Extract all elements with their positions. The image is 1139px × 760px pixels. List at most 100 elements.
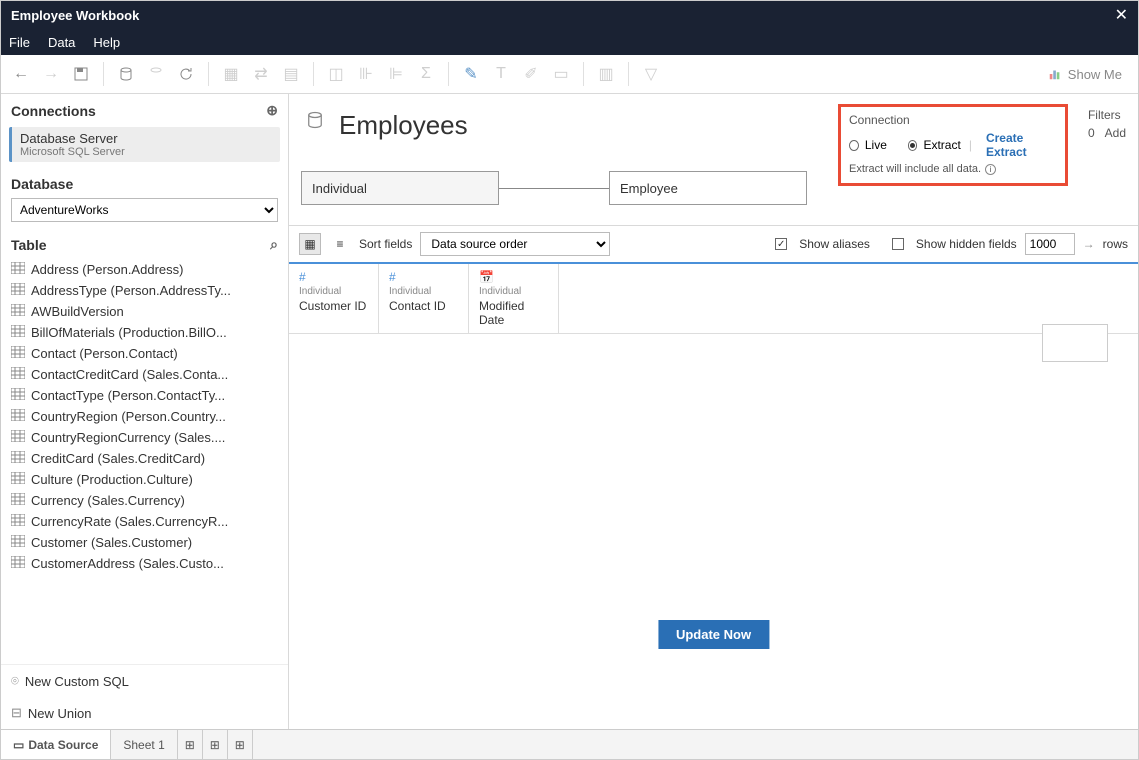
table-item[interactable]: Contact (Person.Contact): [11, 343, 278, 364]
sql-icon: ⌾: [11, 673, 19, 689]
text-icon: T: [487, 60, 515, 88]
datasource-icon: [305, 110, 329, 136]
column-header[interactable]: #IndividualContact ID: [379, 264, 469, 333]
table-icon: [11, 451, 25, 466]
swap-icon: ⇄: [247, 60, 275, 88]
rows-input[interactable]: [1025, 233, 1075, 255]
highlight-icon[interactable]: ✎: [457, 60, 485, 88]
show-hidden-checkbox[interactable]: [892, 238, 904, 250]
totals-icon: Σ: [412, 60, 440, 88]
window-title: Employee Workbook: [11, 8, 139, 23]
table-icon: [11, 472, 25, 487]
extract-radio[interactable]: [908, 140, 918, 151]
table-item[interactable]: ContactType (Person.ContactTy...: [11, 385, 278, 406]
empty-box: [1042, 324, 1108, 362]
add-connection-icon[interactable]: ⊕: [266, 102, 278, 119]
table-icon: [11, 514, 25, 529]
sort-d-icon: ⊫: [382, 60, 410, 88]
table-icon: [11, 283, 25, 298]
menu-file[interactable]: File: [9, 35, 30, 50]
table-item[interactable]: CountryRegion (Person.Country...: [11, 406, 278, 427]
new-story-icon[interactable]: ⊞: [228, 730, 253, 759]
list-view-icon[interactable]: ≡: [329, 233, 351, 255]
table-icon: [11, 430, 25, 445]
table-item[interactable]: CurrencyRate (Sales.CurrencyR...: [11, 511, 278, 532]
update-now-button[interactable]: Update Now: [658, 620, 769, 649]
connection-item[interactable]: Database Server Microsoft SQL Server: [9, 127, 280, 162]
datasource-tab-icon: ▭: [13, 738, 24, 752]
pause-icon: [142, 60, 170, 88]
table-item[interactable]: CustomerAddress (Sales.Custo...: [11, 553, 278, 574]
database-header: Database: [11, 176, 73, 192]
table-icon: [11, 556, 25, 571]
type-icon: #: [299, 270, 368, 284]
sort-a-icon: ⊪: [352, 60, 380, 88]
filters-block: Filters 0 Add: [1088, 108, 1126, 140]
search-table-icon[interactable]: ⌕: [270, 236, 278, 253]
new-dashboard-icon[interactable]: ⊞: [203, 730, 228, 759]
menu-data[interactable]: Data: [48, 35, 75, 50]
datasource-title[interactable]: Employees: [339, 110, 468, 141]
live-radio[interactable]: [849, 140, 859, 151]
new-worksheet-icon[interactable]: ⊞: [178, 730, 203, 759]
table-list: Address (Person.Address)AddressType (Per…: [1, 259, 288, 664]
show-me-button[interactable]: Show Me: [1048, 67, 1132, 82]
union-icon: ⊟: [11, 705, 22, 721]
menubar: File Data Help: [1, 29, 1138, 55]
table-icon: [11, 367, 25, 382]
table-icon: [11, 325, 25, 340]
tab-sheet1[interactable]: Sheet 1: [111, 730, 177, 759]
refresh-icon[interactable]: [172, 60, 200, 88]
tab-data-source[interactable]: ▭ Data Source: [1, 730, 111, 759]
table-icon: [11, 409, 25, 424]
create-extract-link[interactable]: Create Extract: [986, 131, 1057, 159]
table-item[interactable]: Culture (Production.Culture): [11, 469, 278, 490]
join-line: [499, 188, 609, 189]
table-item[interactable]: CreditCard (Sales.CreditCard): [11, 448, 278, 469]
table-item[interactable]: Customer (Sales.Customer): [11, 532, 278, 553]
table-item[interactable]: CountryRegionCurrency (Sales....: [11, 427, 278, 448]
table-item[interactable]: AWBuildVersion: [11, 301, 278, 322]
table-icon: [11, 346, 25, 361]
type-icon: 📅: [479, 270, 548, 284]
column-header[interactable]: 📅IndividualModified Date: [469, 264, 559, 333]
show-aliases-checkbox[interactable]: [775, 238, 787, 250]
new-data-icon[interactable]: [112, 60, 140, 88]
format-a-icon: ✐: [517, 60, 545, 88]
fit-icon: ▭: [547, 60, 575, 88]
back-icon[interactable]: ←: [7, 60, 35, 88]
menu-help[interactable]: Help: [93, 35, 120, 50]
forward-icon: →: [37, 60, 65, 88]
join-table-individual[interactable]: Individual: [301, 171, 499, 205]
chart-icon: ▥: [592, 60, 620, 88]
info-icon[interactable]: i: [985, 164, 996, 175]
database-select[interactable]: AdventureWorks: [11, 198, 278, 222]
sort-fields-select[interactable]: Data source order: [420, 232, 610, 256]
table-item[interactable]: Currency (Sales.Currency): [11, 490, 278, 511]
new-union[interactable]: ⊟ New Union: [1, 697, 288, 729]
table-item[interactable]: ContactCreditCard (Sales.Conta...: [11, 364, 278, 385]
add-filter-link[interactable]: Add: [1105, 126, 1126, 140]
table-icon: [11, 304, 25, 319]
new-custom-sql[interactable]: ⌾ New Custom SQL: [1, 665, 288, 697]
connection-panel: Connection Live Extract | Create Extract…: [838, 104, 1068, 186]
toolbar: ← → ▦ ⇄ ▤ ◫ ⊪ ⊫ Σ ✎ T ✐ ▭ ▥ ▽ Show Me: [1, 55, 1138, 94]
sidebar: Connections ⊕ Database Server Microsoft …: [1, 94, 289, 729]
grid-view-icon[interactable]: ▦: [299, 233, 321, 255]
table-icon: [11, 535, 25, 550]
present-icon: ▽: [637, 60, 665, 88]
type-icon: #: [389, 270, 458, 284]
save-icon[interactable]: [67, 60, 95, 88]
table-item[interactable]: Address (Person.Address): [11, 259, 278, 280]
table-item[interactable]: AddressType (Person.AddressTy...: [11, 280, 278, 301]
group-icon: ◫: [322, 60, 350, 88]
close-icon[interactable]: ✕: [1115, 5, 1128, 25]
table-icon: [11, 262, 25, 277]
column-header[interactable]: #IndividualCustomer ID: [289, 264, 379, 333]
sort-asc-icon: ▤: [277, 60, 305, 88]
table-item[interactable]: BillOfMaterials (Production.BillO...: [11, 322, 278, 343]
grid-area: ▦ ≡ Sort fields Data source order Show a…: [289, 225, 1138, 729]
table-icon: [11, 493, 25, 508]
join-table-employee[interactable]: Employee: [609, 171, 807, 205]
bottom-tabs: ▭ Data Source Sheet 1 ⊞ ⊞ ⊞: [1, 729, 1138, 759]
